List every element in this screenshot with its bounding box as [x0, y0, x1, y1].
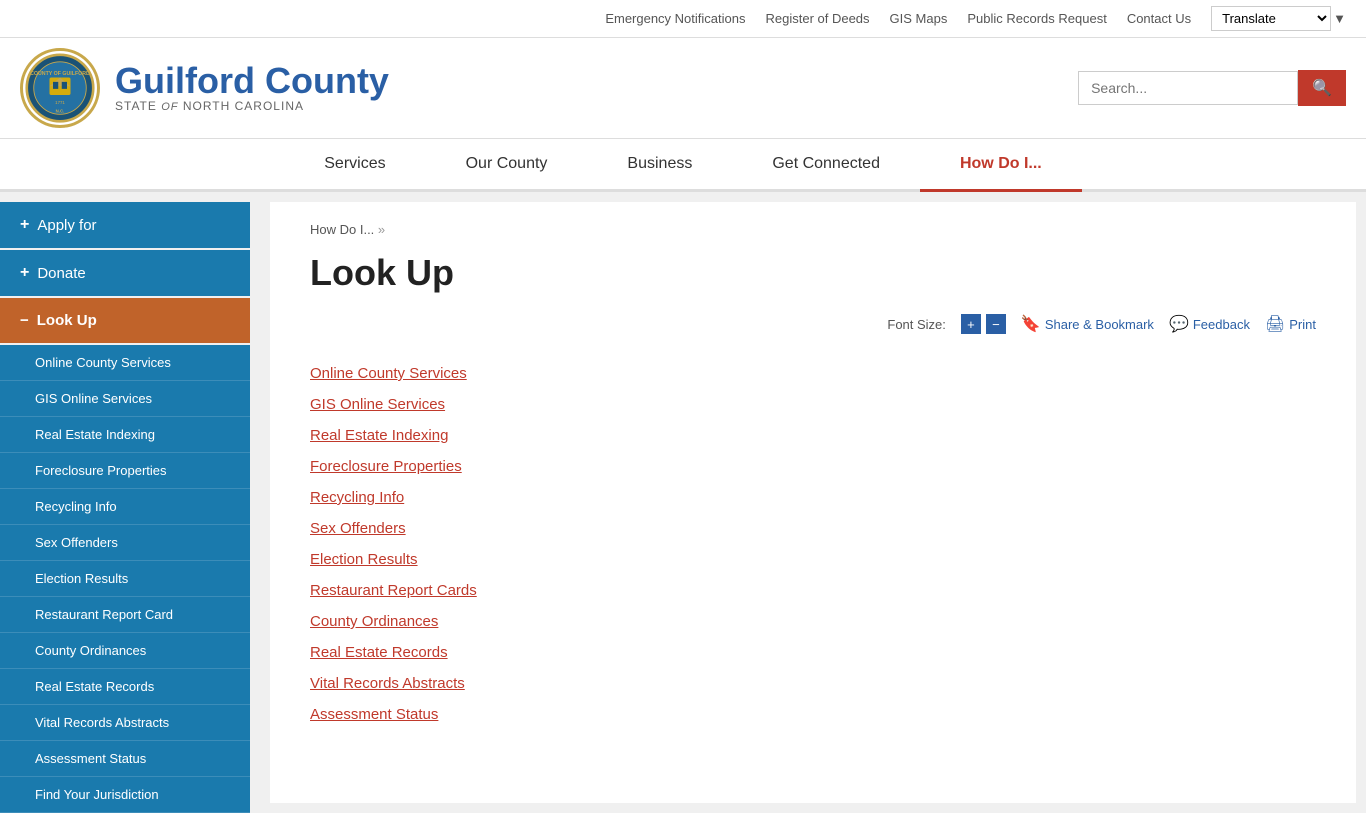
link-vital-records-abstracts[interactable]: Vital Records Abstracts — [310, 669, 1316, 698]
sidebar-item-look-up[interactable]: − Look Up — [0, 298, 250, 343]
top-bar: Emergency Notifications Register of Deed… — [0, 0, 1366, 38]
link-real-estate-records[interactable]: Real Estate Records — [310, 638, 1316, 667]
contact-us-link[interactable]: Contact Us — [1127, 11, 1191, 26]
register-of-deeds-link[interactable]: Register of Deeds — [765, 11, 869, 26]
link-restaurant-report-cards[interactable]: Restaurant Report Cards — [310, 576, 1316, 605]
sidebar-sub-find-jurisdiction[interactable]: Find Your Jurisdiction — [0, 777, 250, 813]
sidebar-sub-assessment-status[interactable]: Assessment Status — [0, 741, 250, 777]
plus-icon-donate: + — [20, 264, 29, 282]
logo-area: COUNTY OF GUILFORD 1771 N.C. Guilford Co… — [20, 48, 389, 128]
sidebar-lookup-label: Look Up — [37, 312, 97, 329]
sidebar-apply-label: Apply for — [37, 217, 96, 234]
sidebar-sub-label-5: Sex Offenders — [35, 535, 118, 550]
print-label: Print — [1289, 317, 1316, 332]
county-seal: COUNTY OF GUILFORD 1771 N.C. — [20, 48, 100, 128]
sidebar-sub-label-1: GIS Online Services — [35, 391, 152, 406]
link-online-county-services[interactable]: Online County Services — [310, 359, 1316, 388]
print-icon: 🖨 — [1265, 314, 1285, 334]
font-increase-button[interactable]: + — [961, 314, 981, 334]
search-button[interactable]: 🔍 — [1298, 70, 1346, 106]
sidebar-sub-label-0: Online County Services — [35, 355, 171, 370]
sidebar-sub-online-county[interactable]: Online County Services — [0, 345, 250, 381]
share-bookmark-button[interactable]: 🔖 Share & Bookmark — [1021, 314, 1154, 334]
font-decrease-button[interactable]: − — [986, 314, 1006, 334]
nav-how-do-i[interactable]: How Do I... — [920, 139, 1082, 192]
main-nav: Services Our County Business Get Connect… — [0, 139, 1366, 192]
public-records-request-link[interactable]: Public Records Request — [967, 11, 1106, 26]
sidebar-sub-election-results[interactable]: Election Results — [0, 561, 250, 597]
nav-services[interactable]: Services — [284, 139, 425, 192]
search-input[interactable] — [1078, 71, 1298, 105]
svg-text:N.C.: N.C. — [56, 109, 65, 114]
page-title: Look Up — [310, 252, 1316, 294]
sidebar-sub-sex-offenders[interactable]: Sex Offenders — [0, 525, 250, 561]
sidebar-sub-gis-online[interactable]: GIS Online Services — [0, 381, 250, 417]
content-links: Online County Services GIS Online Servic… — [310, 359, 1316, 729]
translate-select[interactable]: Translate — [1211, 6, 1331, 31]
sidebar-sub-label-10: Vital Records Abstracts — [35, 715, 169, 730]
link-real-estate-indexing[interactable]: Real Estate Indexing — [310, 421, 1316, 450]
link-foreclosure-properties[interactable]: Foreclosure Properties — [310, 452, 1316, 481]
sidebar-sub-label-2: Real Estate Indexing — [35, 427, 155, 442]
sidebar-sub-real-estate-records[interactable]: Real Estate Records — [0, 669, 250, 705]
sidebar-sub-label-6: Election Results — [35, 571, 128, 586]
sidebar-sub-recycling[interactable]: Recycling Info — [0, 489, 250, 525]
state-label: STATE of NORTH CAROLINA — [115, 99, 389, 113]
site-title: Guilford County STATE of NORTH CAROLINA — [115, 63, 389, 113]
feedback-label: Feedback — [1193, 317, 1250, 332]
breadcrumb-separator: » — [378, 222, 385, 237]
sidebar-sub-foreclosure[interactable]: Foreclosure Properties — [0, 453, 250, 489]
feedback-icon: 💬 — [1169, 314, 1189, 334]
page-body: + Apply for + Donate − Look Up Online Co… — [0, 192, 1366, 813]
sidebar: + Apply for + Donate − Look Up Online Co… — [0, 192, 250, 813]
sidebar-sub-label-4: Recycling Info — [35, 499, 117, 514]
font-size-controls: + − — [961, 314, 1006, 334]
svg-text:COUNTY OF GUILFORD: COUNTY OF GUILFORD — [30, 71, 90, 77]
feedback-button[interactable]: 💬 Feedback — [1169, 314, 1250, 334]
gis-maps-link[interactable]: GIS Maps — [890, 11, 948, 26]
print-button[interactable]: 🖨 Print — [1265, 314, 1316, 334]
sidebar-sub-label-12: Find Your Jurisdiction — [35, 787, 159, 802]
font-size-label: Font Size: — [887, 317, 946, 332]
search-area: 🔍 — [1078, 70, 1346, 106]
link-assessment-status[interactable]: Assessment Status — [310, 700, 1316, 729]
link-gis-online-services[interactable]: GIS Online Services — [310, 390, 1316, 419]
sidebar-item-donate[interactable]: + Donate — [0, 250, 250, 296]
translate-chevron-icon: ▼ — [1333, 11, 1346, 26]
nav-business[interactable]: Business — [587, 139, 732, 192]
share-label: Share & Bookmark — [1045, 317, 1154, 332]
link-sex-offenders[interactable]: Sex Offenders — [310, 514, 1316, 543]
breadcrumb: How Do I... » — [310, 222, 1316, 237]
sidebar-sub-label-7: Restaurant Report Card — [35, 607, 173, 622]
share-icon: 🔖 — [1021, 314, 1041, 334]
emergency-notifications-link[interactable]: Emergency Notifications — [605, 11, 745, 26]
sidebar-sub-real-estate-indexing[interactable]: Real Estate Indexing — [0, 417, 250, 453]
sidebar-sub-vital-records[interactable]: Vital Records Abstracts — [0, 705, 250, 741]
nav-our-county[interactable]: Our County — [426, 139, 588, 192]
link-recycling-info[interactable]: Recycling Info — [310, 483, 1316, 512]
sidebar-sub-restaurant[interactable]: Restaurant Report Card — [0, 597, 250, 633]
sidebar-sub-label-8: County Ordinances — [35, 643, 146, 658]
sidebar-sub-label-11: Assessment Status — [35, 751, 146, 766]
sidebar-sub-label-3: Foreclosure Properties — [35, 463, 167, 478]
breadcrumb-parent[interactable]: How Do I... — [310, 222, 374, 237]
minus-icon-lookup: − — [20, 312, 29, 329]
sidebar-sub-label-9: Real Estate Records — [35, 679, 154, 694]
header: COUNTY OF GUILFORD 1771 N.C. Guilford Co… — [0, 38, 1366, 139]
nav-get-connected[interactable]: Get Connected — [732, 139, 920, 192]
link-election-results[interactable]: Election Results — [310, 545, 1316, 574]
sidebar-sub-county-ordinances[interactable]: County Ordinances — [0, 633, 250, 669]
toolbar: Font Size: + − 🔖 Share & Bookmark 💬 Feed… — [310, 314, 1316, 334]
sidebar-donate-label: Donate — [37, 265, 85, 282]
county-name: Guilford County — [115, 63, 389, 99]
sidebar-item-apply-for[interactable]: + Apply for — [0, 202, 250, 248]
svg-text:1771: 1771 — [55, 100, 65, 105]
link-county-ordinances[interactable]: County Ordinances — [310, 607, 1316, 636]
main-content: How Do I... » Look Up Font Size: + − 🔖 S… — [270, 202, 1356, 803]
plus-icon-apply: + — [20, 216, 29, 234]
